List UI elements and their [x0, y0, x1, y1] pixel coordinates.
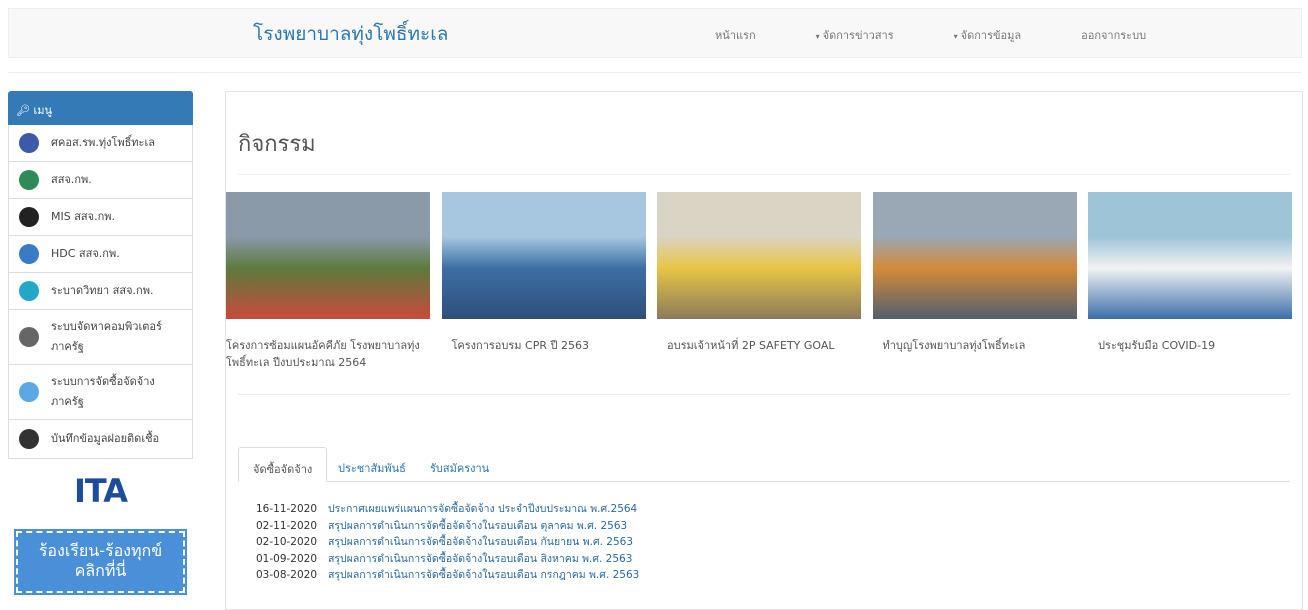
- news-tabs: จัดซื้อจัดจ้าง ประชาสัมพันธ์ รับสมัครงาน: [238, 447, 1290, 482]
- top-navbar: โรงพยาบาลทุ่งโพธิ์ทะเล หน้าแรก ▾ จัดการข่…: [8, 8, 1302, 58]
- news-row: 02-10-2020 สรุปผลการดำเนินการจัดซื้อจัดจ้…: [256, 534, 639, 551]
- activity-card[interactable]: โครงการอบรม CPR ปี 2563: [441, 192, 646, 354]
- activity-caption[interactable]: โครงการอบรม CPR ปี 2563: [442, 337, 646, 354]
- complaint-banner-line1: ร้องเรียน-ร้องทุกข์: [38, 541, 163, 560]
- complaint-banner-line2: คลิกที่นี่: [74, 561, 127, 580]
- tab-procurement-label: จัดซื้อจัดจ้าง: [253, 463, 313, 476]
- sidebar-item[interactable]: สสจ.กพ.: [8, 162, 193, 199]
- hdc-icon: [19, 244, 39, 264]
- network-icon: [19, 207, 39, 227]
- news-list: 16-11-2020 ประกาศเผยแพร่แผนการจัดซื้อจัดจ…: [256, 501, 639, 584]
- sidebar-menu: ศคอส.รพ.ทุ่งโพธิ์ทะเลสสจ.กพ. MIS สสจ.กพ. H…: [8, 125, 193, 459]
- activity-caption[interactable]: ทำบุญโรงพยาบาลทุ่งโพธิ์ทะเล: [873, 337, 1077, 354]
- activity-photo[interactable]: [657, 192, 861, 319]
- navbar-divider: [8, 72, 1302, 73]
- site-brand[interactable]: โรงพยาบาลทุ่งโพธิ์ทะเล: [253, 19, 448, 49]
- biohazard-icon: [19, 429, 39, 449]
- activity-card[interactable]: ประชุมรับมือ COVID-19: [1088, 192, 1292, 354]
- globe-icon: [19, 281, 39, 301]
- sidebar-item[interactable]: ระบบการจัดซื้อจัดจ้างภาครัฐ: [8, 365, 193, 420]
- nav-home-label: หน้าแรก: [715, 29, 756, 42]
- news-date: 02-11-2020: [256, 519, 318, 532]
- activity-card[interactable]: ทำบุญโรงพยาบาลทุ่งโพธิ์ทะเล: [872, 192, 1077, 354]
- sidebar-item[interactable]: บันทึกข้อมูลฝอยติดเชื้อ: [8, 420, 193, 459]
- computer-icon: [19, 327, 39, 347]
- tab-jobs-label: รับสมัครงาน: [430, 462, 490, 475]
- main-nav: หน้าแรก ▾ จัดการข่าวสาร ▾ จัดการข้อมูล ออก…: [715, 26, 1206, 44]
- nav-data-label: จัดการข้อมูล: [960, 29, 1022, 42]
- sidebar-item-label: HDC สสจ.กพ.: [51, 247, 120, 260]
- sidebar: 🔑︎ เมนู ศคอส.รพ.ทุ่งโพธิ์ทะเลสสจ.กพ. MIS …: [8, 91, 193, 610]
- procurement-icon: [19, 382, 39, 402]
- complaint-banner[interactable]: ร้องเรียน-ร้องทุกข์ คลิกที่นี่: [14, 529, 187, 595]
- news-date: 16-11-2020: [256, 503, 318, 515]
- health-office-icon: [19, 170, 39, 190]
- news-date: 03-08-2020: [256, 569, 318, 581]
- ita-logo-box[interactable]: ITA: [8, 459, 193, 523]
- nav-news-label: จัดการข่าวสาร: [822, 29, 894, 42]
- sidebar-item-label: บันทึกข้อมูลฝอยติดเชื้อ: [51, 432, 160, 445]
- sidebar-item[interactable]: ศคอส.รพ.ทุ่งโพธิ์ทะเล: [8, 125, 193, 162]
- gallery-divider: [238, 394, 1290, 395]
- sidebar-item-label: ศคอส.รพ.ทุ่งโพธิ์ทะเล: [51, 136, 155, 149]
- title-divider: [238, 174, 1290, 175]
- activity-caption[interactable]: อบรมเจ้าหน้าที่ 2P SAFETY GOAL: [657, 337, 861, 354]
- activity-card[interactable]: อบรมเจ้าหน้าที่ 2P SAFETY GOAL: [657, 192, 861, 354]
- tab-public-relations[interactable]: ประชาสัมพันธ์: [324, 447, 420, 482]
- activity-photo[interactable]: [226, 192, 430, 319]
- sidebar-item[interactable]: HDC สสจ.กพ.: [8, 236, 193, 273]
- nav-home[interactable]: หน้าแรก: [715, 26, 786, 44]
- news-row: 02-11-2020 สรุปผลการดำเนินการจัดซื้อจัดจ้…: [256, 518, 639, 535]
- activity-photo[interactable]: [872, 192, 1077, 319]
- news-link[interactable]: สรุปผลการดำเนินการจัดซื้อจัดจ้างในรอบเดื…: [328, 536, 633, 548]
- activity-photo[interactable]: [1088, 192, 1292, 319]
- sidebar-item[interactable]: ระบบจัดหาคอมพิวเตอร์ภาครัฐ: [8, 310, 193, 365]
- sidebar-item-label: ระบบการจัดซื้อจัดจ้างภาครัฐ: [51, 375, 155, 408]
- sidebar-item-label: MIS สสจ.กพ.: [51, 210, 115, 223]
- news-link[interactable]: ประกาศเผยแพร่แผนการจัดซื้อจัดจ้าง ประจำป…: [328, 503, 637, 515]
- sidebar-item-label: ระบบจัดหาคอมพิวเตอร์ภาครัฐ: [51, 320, 162, 353]
- nav-news-dropdown[interactable]: ▾ จัดการข่าวสาร: [816, 26, 924, 44]
- activity-caption[interactable]: โครงการซ้อมแผนอัคคีภัย โรงพยาบาลทุ่งโพธิ…: [226, 337, 430, 371]
- main-panel: กิจกรรม โครงการซ้อมแผนอัคคีภัย โรงพยาบาล…: [225, 91, 1303, 610]
- news-row: 16-11-2020 ประกาศเผยแพร่แผนการจัดซื้อจัดจ…: [256, 501, 639, 518]
- tab-jobs[interactable]: รับสมัครงาน: [416, 447, 503, 482]
- activity-card[interactable]: โครงการซ้อมแผนอัคคีภัย โรงพยาบาลทุ่งโพธิ…: [226, 192, 430, 371]
- sidebar-header: 🔑︎ เมนู: [8, 91, 193, 125]
- activity-caption[interactable]: ประชุมรับมือ COVID-19: [1088, 337, 1292, 354]
- news-link[interactable]: สรุปผลการดำเนินการจัดซื้อจัดจ้างในรอบเดื…: [328, 553, 632, 565]
- news-date: 01-09-2020: [256, 552, 318, 565]
- ita-logo-text: ITA: [73, 472, 128, 510]
- news-link[interactable]: สรุปผลการดำเนินการจัดซื้อจัดจ้างในรอบเดื…: [328, 569, 639, 581]
- tab-procurement[interactable]: จัดซื้อจัดจ้าง: [238, 447, 328, 482]
- caret-down-icon: ▾: [815, 32, 820, 41]
- activity-photo[interactable]: [441, 192, 646, 319]
- sidebar-header-label: เมนู: [33, 104, 52, 117]
- key-icon: 🔑︎: [16, 104, 30, 117]
- news-date: 02-10-2020: [256, 536, 318, 548]
- sidebar-item-label: สสจ.กพ.: [51, 173, 92, 186]
- news-row: 01-09-2020 สรุปผลการดำเนินการจัดซื้อจัดจ้…: [256, 551, 639, 568]
- sidebar-item[interactable]: ระบาดวิทยา สสจ.กพ.: [8, 273, 193, 310]
- nav-logout[interactable]: ออกจากระบบ: [1081, 26, 1176, 44]
- nav-logout-label: ออกจากระบบ: [1081, 29, 1147, 42]
- sidebar-item[interactable]: MIS สสจ.กพ.: [8, 199, 193, 236]
- tab-public-relations-label: ประชาสัมพันธ์: [338, 462, 406, 475]
- news-link[interactable]: สรุปผลการดำเนินการจัดซื้อจัดจ้างในรอบเดื…: [328, 520, 627, 532]
- ita-logo: ITA: [73, 472, 128, 510]
- news-row: 03-08-2020 สรุปผลการดำเนินการจัดซื้อจัดจ้…: [256, 567, 639, 584]
- sidebar-item-label: ระบาดวิทยา สสจ.กพ.: [51, 284, 154, 297]
- page-title: กิจกรรม: [238, 132, 316, 157]
- caret-down-icon: ▾: [953, 32, 958, 41]
- emblem-icon: [19, 133, 39, 153]
- nav-data-dropdown[interactable]: ▾ จัดการข้อมูล: [954, 26, 1051, 44]
